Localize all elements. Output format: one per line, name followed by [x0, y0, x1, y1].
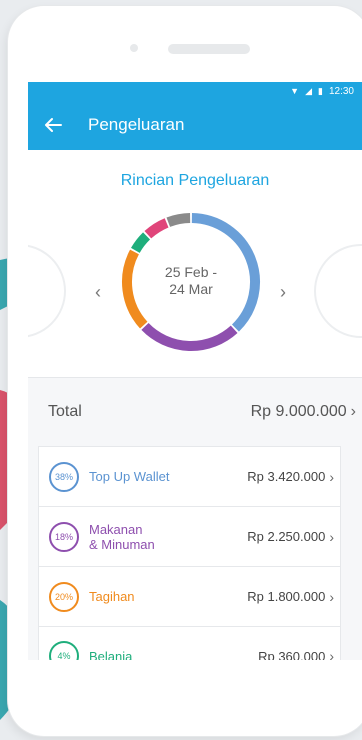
chevron-right-icon: › [350, 403, 356, 420]
percent-badge: 38% [49, 461, 79, 492]
category-amount: Rp 3.420.000 [247, 469, 326, 484]
category-name: Top Up Wallet [89, 469, 170, 484]
donut-slice-other-grey- [166, 213, 191, 227]
category-item-makanan-minuman[interactable]: 18% Makanan & Minuman Rp 2.250.000 › [38, 506, 341, 566]
period-end: 24 Mar [169, 281, 213, 297]
status-time: 12:30 [328, 85, 354, 97]
category-name: Tagihan [89, 589, 135, 604]
donut-slice-makanan-minuman [141, 322, 238, 351]
status-bar: ▼ ◢ ▮ 12:30 [28, 82, 362, 100]
category-amount: Rp 1.800.000 [247, 589, 326, 604]
total-amount: Rp 9.000.000 [250, 403, 347, 420]
category-item-top-up-wallet[interactable]: 38% Top Up Wallet Rp 3.420.000 › [38, 446, 341, 506]
category-item-tagihan[interactable]: 20% Tagihan Rp 1.800.000 › [38, 566, 341, 626]
page-title: Pengeluaran [88, 115, 185, 134]
total-amount-group[interactable]: Rp 9.000.000 › [251, 403, 356, 421]
chevron-right-icon: › [329, 648, 334, 660]
percent-badge: 18% [49, 521, 79, 552]
chevron-left-icon[interactable]: ‹ [88, 280, 108, 304]
speaker-grille [168, 44, 250, 54]
chevron-right-icon[interactable]: › [273, 280, 293, 304]
chart-section: Rincian Pengeluaran ‹ › 25 Feb - 24 Mar [28, 150, 362, 378]
wifi-icon: ▼ [290, 86, 300, 96]
chart-heading: Rincian Pengeluaran [120, 172, 270, 189]
previous-period-preview[interactable] [28, 244, 66, 338]
category-item-belanja[interactable]: 4% Belanja Rp 360.000 › [38, 626, 341, 660]
chevron-right-icon: › [329, 468, 334, 485]
back-arrow-icon[interactable] [42, 114, 64, 136]
expense-list-area: Total Rp 9.000.000 › 38% Top Up Wallet R… [28, 378, 362, 660]
chevron-right-icon: › [329, 588, 334, 605]
percent-badge: 20% [49, 581, 79, 612]
total-label: Total [48, 403, 82, 420]
period-start: 25 Feb - [164, 264, 218, 280]
battery-icon: ▮ [318, 85, 323, 96]
category-amount: Rp 2.250.000 [247, 529, 326, 544]
category-name: Belanja [89, 648, 133, 661]
app-bar: Pengeluaran [28, 100, 362, 150]
category-amount: Rp 360.000 [258, 648, 326, 661]
front-camera [130, 44, 138, 52]
next-period-preview[interactable] [314, 244, 362, 338]
signal-icon: ◢ [305, 85, 313, 96]
app-screen: ▼ ◢ ▮ 12:30 Pengeluaran Rincian Pengelua… [28, 82, 362, 660]
donut-slice-belanja [131, 232, 151, 253]
donut-slice-other-pink- [144, 218, 169, 239]
chevron-right-icon: › [329, 528, 334, 545]
category-list: 38% Top Up Wallet Rp 3.420.000 › 18% Mak… [38, 446, 341, 660]
percent-badge: 4% [49, 641, 79, 660]
total-row[interactable]: Total Rp 9.000.000 › [28, 378, 362, 446]
period-label: 25 Feb - 24 Mar [119, 264, 263, 298]
category-name: Makanan & Minuman [89, 521, 155, 552]
